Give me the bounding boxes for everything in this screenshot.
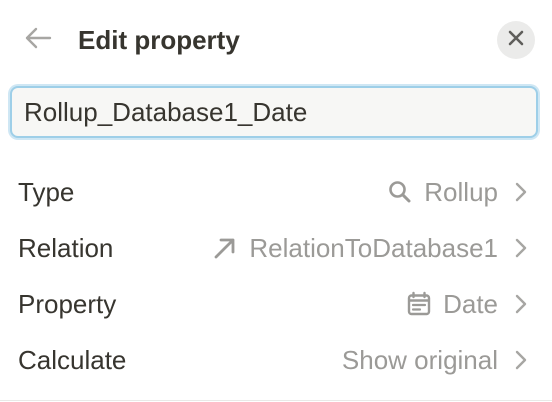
property-row[interactable]: Property Date	[0, 276, 552, 332]
chevron-right-icon	[512, 290, 530, 318]
type-value: Rollup	[386, 164, 530, 220]
arrow-left-icon	[23, 26, 53, 55]
magnifier-icon	[386, 178, 414, 206]
close-icon	[507, 29, 525, 52]
calculate-value: Show original	[342, 332, 530, 388]
divider	[0, 400, 552, 401]
chevron-right-icon	[512, 178, 530, 206]
calculate-row[interactable]: Calculate Show original	[0, 332, 552, 388]
property-value-text: Date	[443, 288, 498, 319]
edit-property-panel: Edit property Type Rollup	[0, 0, 552, 402]
property-settings-list: Type Rollup Relation RelationToDatabase1…	[0, 164, 552, 388]
arrow-up-right-icon	[211, 234, 239, 262]
relation-value-text: RelationToDatabase1	[249, 232, 498, 263]
type-label: Type	[18, 177, 75, 207]
relation-value: RelationToDatabase1	[211, 220, 530, 276]
calculate-value-text: Show original	[341, 344, 498, 375]
chevron-right-icon	[512, 234, 530, 262]
type-row[interactable]: Type Rollup	[0, 164, 552, 220]
calculate-label: Calculate	[18, 345, 127, 375]
property-value: Date	[405, 276, 530, 332]
chevron-right-icon	[512, 346, 530, 374]
back-button[interactable]	[18, 22, 58, 58]
property-name-input[interactable]	[10, 86, 538, 138]
panel-header: Edit property	[0, 0, 552, 80]
relation-label: Relation	[18, 233, 114, 263]
panel-title: Edit property	[78, 25, 240, 55]
type-value-text: Rollup	[424, 176, 498, 207]
close-button[interactable]	[497, 21, 535, 59]
relation-row[interactable]: Relation RelationToDatabase1	[0, 220, 552, 276]
property-label: Property	[18, 289, 117, 319]
calendar-icon	[405, 290, 433, 318]
